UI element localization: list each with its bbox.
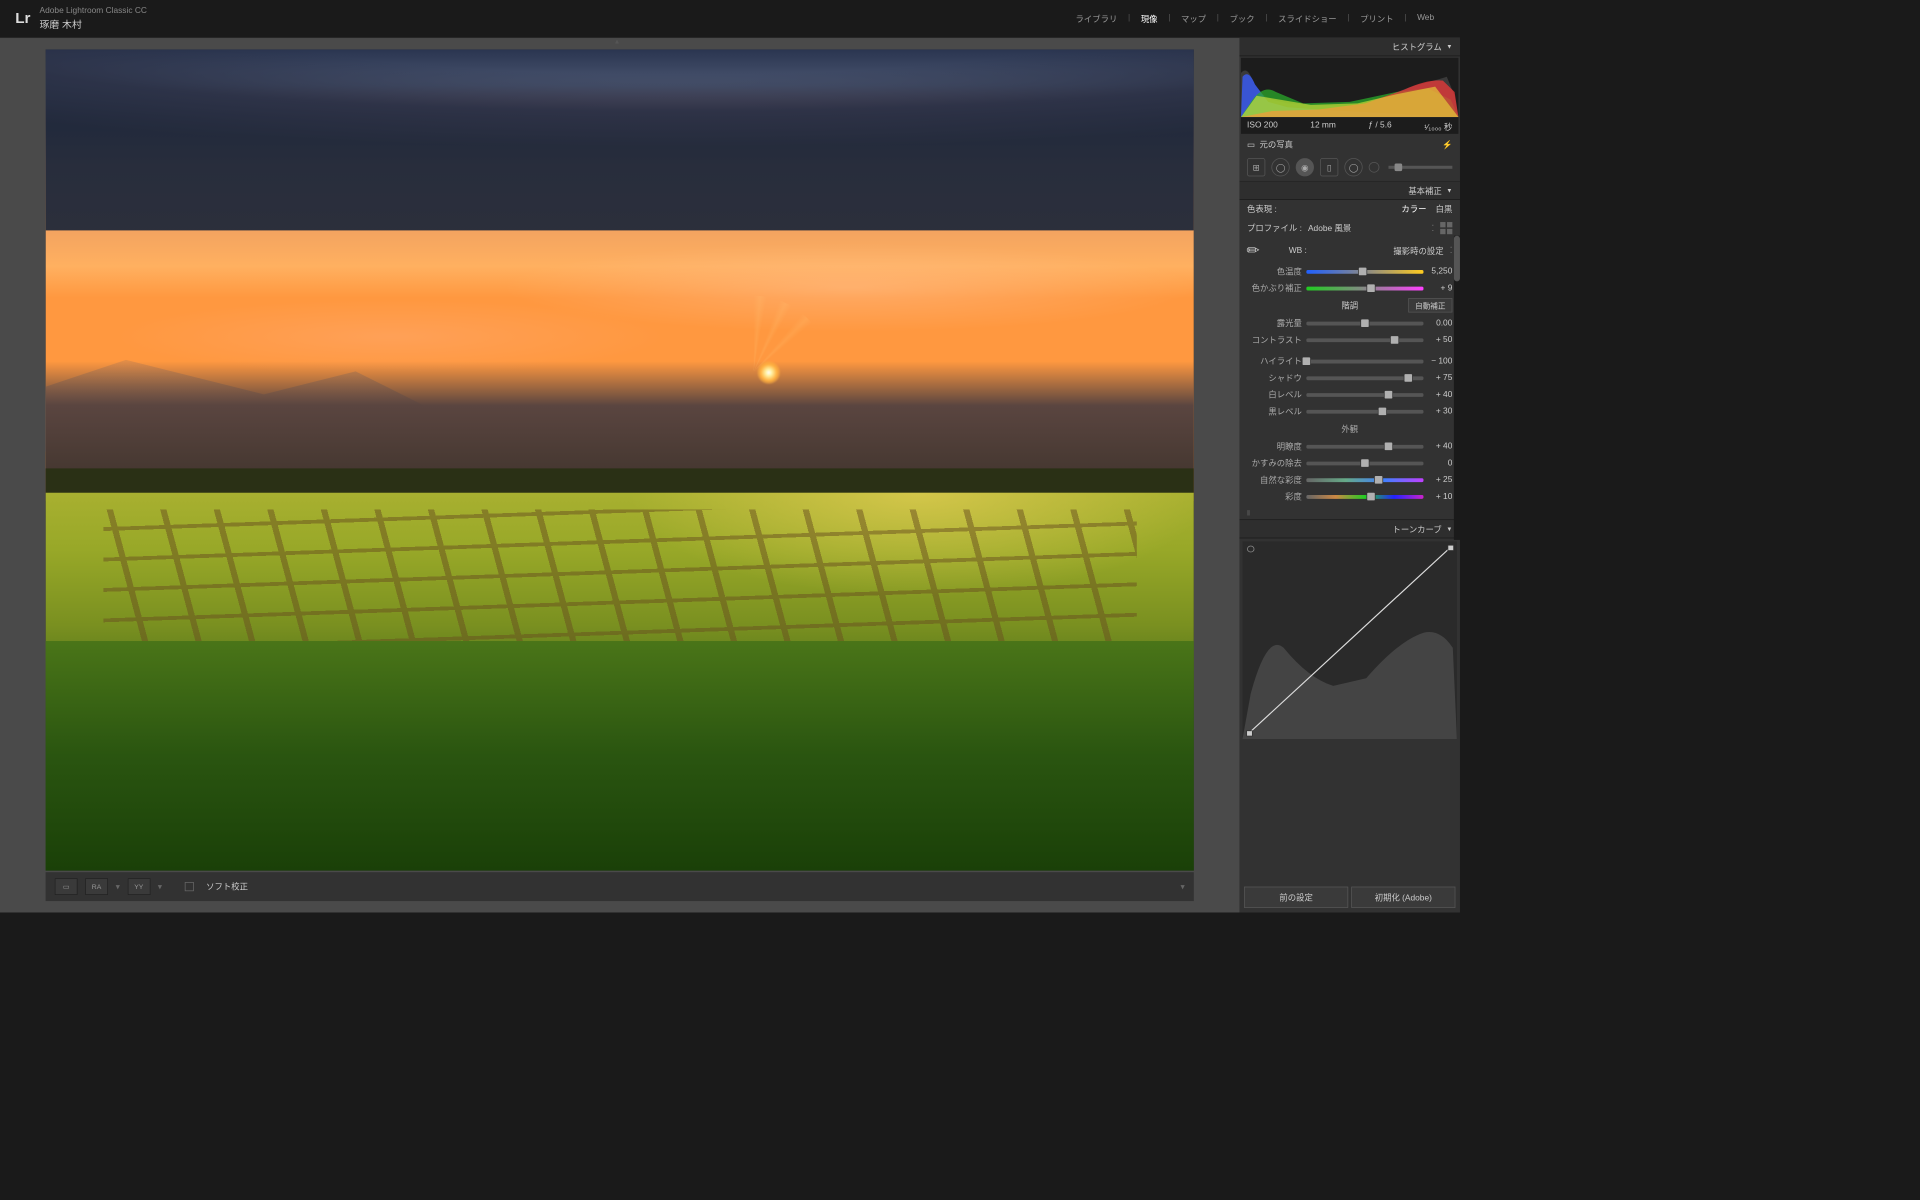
radial-tool[interactable]: ◯ — [1344, 158, 1362, 176]
exposure-slider[interactable] — [1306, 316, 1423, 330]
profile-browser-icon[interactable] — [1440, 222, 1452, 234]
canvas-area: ▲ ▭ RA ▾ YY ▾ ソフト校正 ▾ — [0, 38, 1239, 912]
nav-slideshow[interactable]: スライドショー — [1267, 13, 1347, 25]
mask-slider[interactable] — [1388, 166, 1452, 169]
dehaze-slider[interactable] — [1306, 456, 1423, 470]
histogram-focal: 12 mm — [1310, 121, 1336, 133]
previous-settings-button[interactable]: 前の設定 — [1244, 887, 1348, 908]
loupe-view-button[interactable]: ▭ — [55, 878, 78, 895]
module-nav: ライブラリ| 現像| マップ| ブック| スライドショー| プリント| Web — [1065, 13, 1445, 25]
vibrance-slider[interactable] — [1306, 473, 1423, 487]
before-after-lr-button[interactable]: RA — [85, 878, 108, 895]
auto-tone-button[interactable]: 自動補正 — [1408, 298, 1452, 312]
panel-switch-icon[interactable]: ⫴ — [1239, 508, 1460, 519]
nav-map[interactable]: マップ — [1170, 13, 1216, 25]
tone-curve[interactable] — [1242, 541, 1456, 739]
histogram-header[interactable]: ヒストグラム▼ — [1239, 38, 1460, 56]
tool-strip: ⊞ ◯ ◉ ▯ ◯ — [1239, 154, 1460, 182]
user-name: 琢磨 木村 — [40, 16, 147, 30]
crop-tool[interactable]: ⊞ — [1247, 158, 1265, 176]
profile-select[interactable]: Adobe 風景 — [1308, 222, 1425, 234]
nav-develop[interactable]: 現像 — [1130, 13, 1168, 25]
toolbar-menu-toggle[interactable]: ▾ — [1180, 882, 1184, 892]
histogram[interactable]: ISO 200 12 mm ƒ / 5.6 ¹⁄₁₀₀₀ 秒 — [1241, 58, 1458, 134]
histogram-shutter: ¹⁄₁₀₀₀ 秒 — [1424, 121, 1452, 133]
tonecurve-header[interactable]: トーンカーブ▼ — [1239, 520, 1460, 538]
top-panel-toggle[interactable]: ▲ — [614, 37, 626, 43]
crop-icon: ▭ — [1247, 140, 1255, 150]
panel-scrollbar[interactable] — [1454, 236, 1460, 540]
tint-slider[interactable] — [1306, 281, 1423, 295]
spot-tool[interactable]: ◯ — [1271, 158, 1289, 176]
top-bar: Lr Adobe Lightroom Classic CC 琢磨 木村 ライブラ… — [0, 0, 1460, 38]
nav-library[interactable]: ライブラリ — [1065, 13, 1128, 25]
app-logo: Lr — [15, 10, 30, 27]
blacks-slider[interactable] — [1306, 405, 1423, 419]
original-photo-label[interactable]: 元の写真 — [1260, 138, 1293, 150]
treatment-bw[interactable]: 白黒 — [1436, 203, 1453, 215]
saturation-slider[interactable] — [1306, 490, 1423, 504]
gradient-tool[interactable]: ▯ — [1320, 158, 1338, 176]
clarity-slider[interactable] — [1306, 440, 1423, 454]
photo-canvas[interactable] — [46, 49, 1194, 870]
soft-proof-checkbox[interactable] — [185, 882, 194, 891]
nav-book[interactable]: ブック — [1219, 13, 1265, 25]
nav-print[interactable]: プリント — [1349, 13, 1404, 25]
brush-tool[interactable] — [1369, 162, 1380, 173]
histogram-aperture: ƒ / 5.6 — [1368, 121, 1391, 133]
redeye-tool[interactable]: ◉ — [1296, 158, 1314, 176]
before-after-tb-button[interactable]: YY — [127, 878, 150, 895]
wb-row: ✎ WB : 撮影時の設定 ⁚ — [1239, 238, 1460, 263]
basic-header[interactable]: 基本補正▼ — [1239, 182, 1460, 200]
nav-web[interactable]: Web — [1406, 13, 1444, 25]
histogram-iso: ISO 200 — [1247, 121, 1278, 133]
reset-button[interactable]: 初期化 (Adobe) — [1351, 887, 1455, 908]
right-panel: ヒストグラム▼ ISO 200 12 mm ƒ / 5.6 ¹⁄₁₀₀₀ 秒 ▭… — [1239, 38, 1460, 912]
app-name: Adobe Lightroom Classic CC — [40, 6, 147, 16]
shadows-slider[interactable] — [1306, 371, 1423, 385]
whites-slider[interactable] — [1306, 388, 1423, 402]
tone-subheader: 階調自動補正 — [1239, 297, 1460, 315]
temp-slider[interactable] — [1306, 265, 1423, 279]
treatment-row: 色表現 : カラー 白黒 — [1239, 200, 1460, 218]
canvas-toolbar: ▭ RA ▾ YY ▾ ソフト校正 ▾ — [46, 872, 1194, 901]
app-identity: Adobe Lightroom Classic CC 琢磨 木村 — [40, 6, 147, 30]
soft-proof-label: ソフト校正 — [206, 881, 248, 893]
profile-row: プロファイル : Adobe 風景 ⁚ — [1239, 218, 1460, 238]
highlights-slider[interactable] — [1306, 354, 1423, 368]
contrast-slider[interactable] — [1306, 333, 1423, 347]
wb-preset[interactable]: 撮影時の設定 — [1393, 244, 1443, 256]
eyedropper-icon[interactable]: ✎ — [1242, 239, 1264, 261]
presence-subheader: 外観 — [1239, 420, 1460, 438]
flash-icon: ⚡ — [1442, 140, 1452, 150]
treatment-color[interactable]: カラー — [1401, 203, 1426, 215]
